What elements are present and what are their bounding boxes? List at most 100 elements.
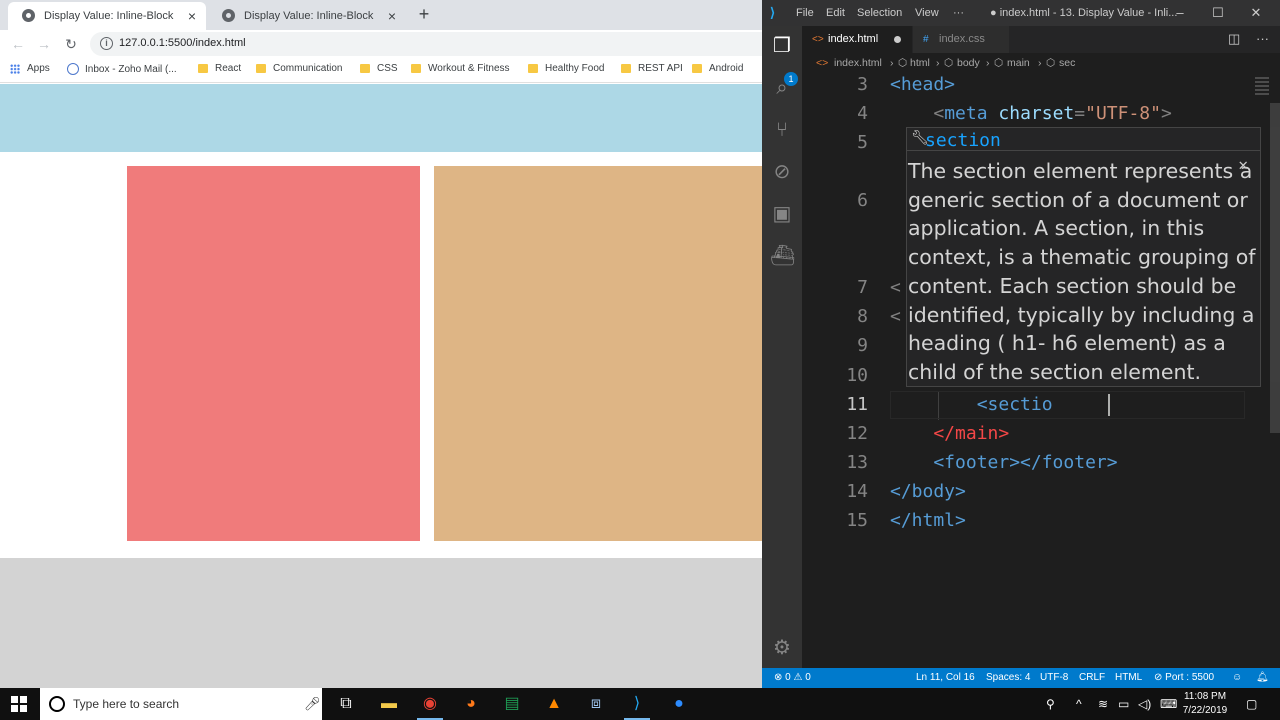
- tab-index-css[interactable]: # index.css: [913, 26, 1009, 53]
- remote-desktop-icon[interactable]: ⧈: [581, 692, 611, 716]
- code-line: </main>: [890, 423, 1010, 444]
- bookmark-communication[interactable]: Communication: [256, 63, 342, 74]
- language-mode[interactable]: HTML: [1115, 672, 1142, 683]
- tab-index-html[interactable]: <> index.html: [802, 26, 912, 53]
- extensions-icon[interactable]: ▣: [770, 202, 794, 226]
- code-editor[interactable]: 3 4 5 6 7 8 9 10 11 12 13 14 15 <head> <…: [802, 73, 1280, 668]
- source-control-icon[interactable]: ⑂: [770, 118, 794, 142]
- bookmark-android[interactable]: Android: [692, 63, 743, 74]
- line-ending[interactable]: CRLF: [1079, 672, 1105, 683]
- mail-icon: [67, 63, 79, 75]
- close-icon[interactable]: ×: [384, 8, 400, 24]
- bookmark-apps[interactable]: Apps: [10, 63, 50, 74]
- menu-selection[interactable]: Selection: [857, 7, 902, 19]
- css-file-icon: #: [923, 34, 929, 45]
- problems-indicator[interactable]: ⊗ 0 ⚠ 0: [774, 672, 811, 683]
- close-icon[interactable]: ×: [184, 8, 200, 24]
- more-actions-icon[interactable]: ···: [1256, 31, 1269, 46]
- code-line: <: [890, 306, 901, 327]
- bookmark-healthy-food[interactable]: Healthy Food: [528, 63, 604, 74]
- line-number: 12: [846, 423, 868, 444]
- language-icon[interactable]: ⌨: [1160, 697, 1177, 711]
- back-arrow-icon[interactable]: ←: [8, 34, 28, 54]
- line-number: 3: [857, 74, 868, 95]
- explorer-icon[interactable]: ❐: [770, 34, 794, 58]
- code-line: <meta charset="UTF-8">: [933, 103, 1172, 124]
- bookmark-label: REST API: [638, 63, 683, 74]
- info-icon[interactable]: i: [100, 37, 113, 50]
- breadcrumb-item[interactable]: html: [910, 57, 930, 69]
- code-line: <head>: [890, 74, 956, 95]
- battery-icon[interactable]: ▭: [1118, 697, 1129, 711]
- browser-tab-1[interactable]: Display Value: Inline-Block ×: [8, 2, 206, 30]
- excel-icon[interactable]: ▤: [497, 692, 527, 716]
- windows-taskbar: Type here to search 🎤︎ ⧉ ▬ ◉ ◕ ▤ ▲ ⧈ ⟩ ●…: [0, 688, 1280, 720]
- breadcrumb-item[interactable]: index.html: [834, 57, 882, 69]
- cursor-position[interactable]: Ln 11, Col 16: [916, 672, 975, 683]
- menu-more[interactable]: ···: [953, 7, 964, 19]
- debug-icon[interactable]: ⊘: [770, 160, 794, 184]
- encoding[interactable]: UTF-8: [1040, 672, 1068, 683]
- inline-block-box-2: [434, 166, 762, 541]
- status-bar: ⊗ 0 ⚠ 0 Ln 11, Col 16 Spaces: 4 UTF-8 CR…: [762, 668, 1280, 688]
- split-editor-icon[interactable]: ◫: [1228, 31, 1240, 47]
- zoom-icon[interactable]: ●: [664, 692, 694, 716]
- close-window-icon[interactable]: ✕: [1246, 4, 1266, 22]
- browser-tab-2[interactable]: Display Value: Inline-Block ×: [208, 2, 406, 30]
- indentation[interactable]: Spaces: 4: [986, 672, 1030, 683]
- feedback-icon[interactable]: ☺: [1232, 672, 1242, 683]
- minimize-icon[interactable]: –: [1170, 4, 1190, 22]
- taskbar-search-box[interactable]: Type here to search 🎤︎: [40, 688, 322, 720]
- vscode-titlebar: ⟩ File Edit Selection View ··· ● index.h…: [762, 0, 1280, 26]
- forward-arrow-icon[interactable]: →: [34, 34, 54, 54]
- breadcrumb-item[interactable]: body: [957, 57, 980, 69]
- folder-icon: [621, 64, 631, 73]
- reload-icon[interactable]: ↻: [61, 34, 81, 54]
- address-url[interactable]: 127.0.0.1:5500/index.html: [119, 37, 246, 49]
- file-explorer-icon[interactable]: ▬: [374, 692, 404, 716]
- browser-toolbar: ← → ↻ i 127.0.0.1:5500/index.html: [0, 30, 762, 57]
- vlc-icon[interactable]: ▲: [539, 692, 569, 716]
- menu-view[interactable]: View: [915, 7, 939, 19]
- live-server-status[interactable]: ⊘ Port : 5500: [1154, 672, 1214, 683]
- docker-icon[interactable]: ⛴: [770, 244, 795, 268]
- vscode-taskbar-icon[interactable]: ⟩: [622, 692, 652, 720]
- bookmarks-bar: Apps Inbox - Zoho Mail (... React Commun…: [0, 57, 762, 83]
- bookmark-react[interactable]: React: [198, 63, 241, 74]
- suggestion-item[interactable]: 🔧︎ section: [906, 127, 1261, 151]
- close-icon[interactable]: ✕: [1238, 155, 1248, 174]
- bookmark-label: Apps: [27, 63, 50, 74]
- chrome-icon[interactable]: ◉: [415, 692, 445, 720]
- people-icon[interactable]: ⚲: [1046, 697, 1055, 711]
- firefox-icon[interactable]: ◕: [456, 692, 486, 716]
- task-view-icon[interactable]: ⧉: [331, 692, 361, 716]
- vertical-scrollbar[interactable]: [1270, 103, 1280, 433]
- breadcrumb-item[interactable]: main: [1007, 57, 1030, 69]
- microphone-icon[interactable]: 🎤︎: [304, 696, 321, 712]
- bookmark-zoho-mail[interactable]: Inbox - Zoho Mail (...: [67, 63, 177, 75]
- bookmark-rest-api[interactable]: REST API: [621, 63, 683, 74]
- search-icon[interactable]: ⌕: [770, 76, 794, 100]
- bookmark-css[interactable]: CSS: [360, 63, 398, 74]
- gear-icon[interactable]: ⚙: [770, 636, 794, 660]
- menu-edit[interactable]: Edit: [826, 7, 845, 19]
- bookmark-workout[interactable]: Workout & Fitness: [411, 63, 510, 74]
- unsaved-dot-icon[interactable]: [894, 35, 902, 43]
- breadcrumb-item[interactable]: sec: [1059, 57, 1075, 69]
- bell-icon[interactable]: 🔔︎: [1256, 672, 1269, 683]
- new-tab-button[interactable]: +: [414, 5, 434, 25]
- taskbar-clock[interactable]: 11:08 PM 7/22/2019: [1180, 690, 1230, 718]
- code-line: <sectio: [890, 394, 1053, 415]
- wifi-icon[interactable]: ≋: [1098, 697, 1108, 711]
- notifications-icon[interactable]: ▢: [1246, 697, 1257, 711]
- minimap[interactable]: [1255, 77, 1269, 97]
- address-bar[interactable]: i 127.0.0.1:5500/index.html: [90, 32, 762, 56]
- maximize-icon[interactable]: ☐: [1208, 4, 1228, 22]
- chevron-up-icon[interactable]: ^: [1076, 697, 1082, 711]
- windows-start-icon[interactable]: [11, 696, 27, 712]
- volume-icon[interactable]: ◁): [1138, 697, 1151, 711]
- bookmark-label: Android: [709, 63, 744, 74]
- menu-file[interactable]: File: [796, 7, 814, 19]
- element-icon: ⬡: [944, 57, 954, 69]
- activity-bar: ❐ 1 ⌕ ⑂ ⊘ ▣ ⛴ ⚙: [762, 26, 802, 668]
